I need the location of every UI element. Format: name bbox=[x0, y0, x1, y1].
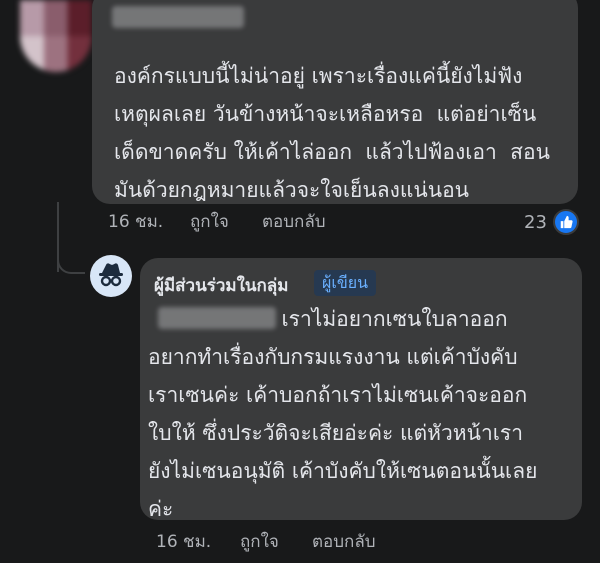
comment-bubble: องค์กรแบบนี้ไม่น่าอยู่ เพราะเรื่องแค่นี้… bbox=[92, 0, 578, 204]
anonymous-icon[interactable] bbox=[90, 255, 132, 297]
reply-reply-button[interactable]: ตอบกลับ bbox=[312, 530, 376, 554]
comment-actions: 16 ชม. ถูกใจ ตอบกลับ bbox=[108, 210, 588, 234]
reply-button[interactable]: ตอบกลับ bbox=[262, 210, 326, 234]
thread-connector-curve bbox=[57, 240, 85, 274]
comment-text: องค์กรแบบนี้ไม่น่าอยู่ เพราะเรื่องแค่นี้… bbox=[114, 64, 550, 202]
blurred-commenter-name[interactable] bbox=[112, 6, 244, 28]
author-badge: ผู้เขียน bbox=[314, 270, 377, 296]
comment-time[interactable]: 16 ชม. bbox=[108, 210, 163, 234]
reaction-summary[interactable]: 23 bbox=[524, 209, 579, 235]
reply-time[interactable]: 16 ชม. bbox=[156, 530, 211, 554]
reply-bubble: ผู้มีส่วนร่วมในกลุ่ม ผู้เขียน เราไม่อยาก… bbox=[140, 258, 582, 521]
reply-like-button[interactable]: ถูกใจ bbox=[240, 530, 279, 554]
commenter-avatar[interactable] bbox=[20, 0, 92, 72]
like-button[interactable]: ถูกใจ bbox=[190, 210, 229, 234]
reply-actions: 16 ชม. ถูกใจ ตอบกลับ bbox=[156, 530, 576, 554]
thumbs-up-icon bbox=[552, 209, 579, 235]
reply-text: เราไม่อยากเซนใบลาออก อยากทำเรื่องกับกรมแ… bbox=[148, 307, 538, 521]
reaction-count: 23 bbox=[524, 211, 547, 233]
reply-author-name[interactable]: ผู้มีส่วนร่วมในกลุ่ม bbox=[154, 272, 288, 299]
